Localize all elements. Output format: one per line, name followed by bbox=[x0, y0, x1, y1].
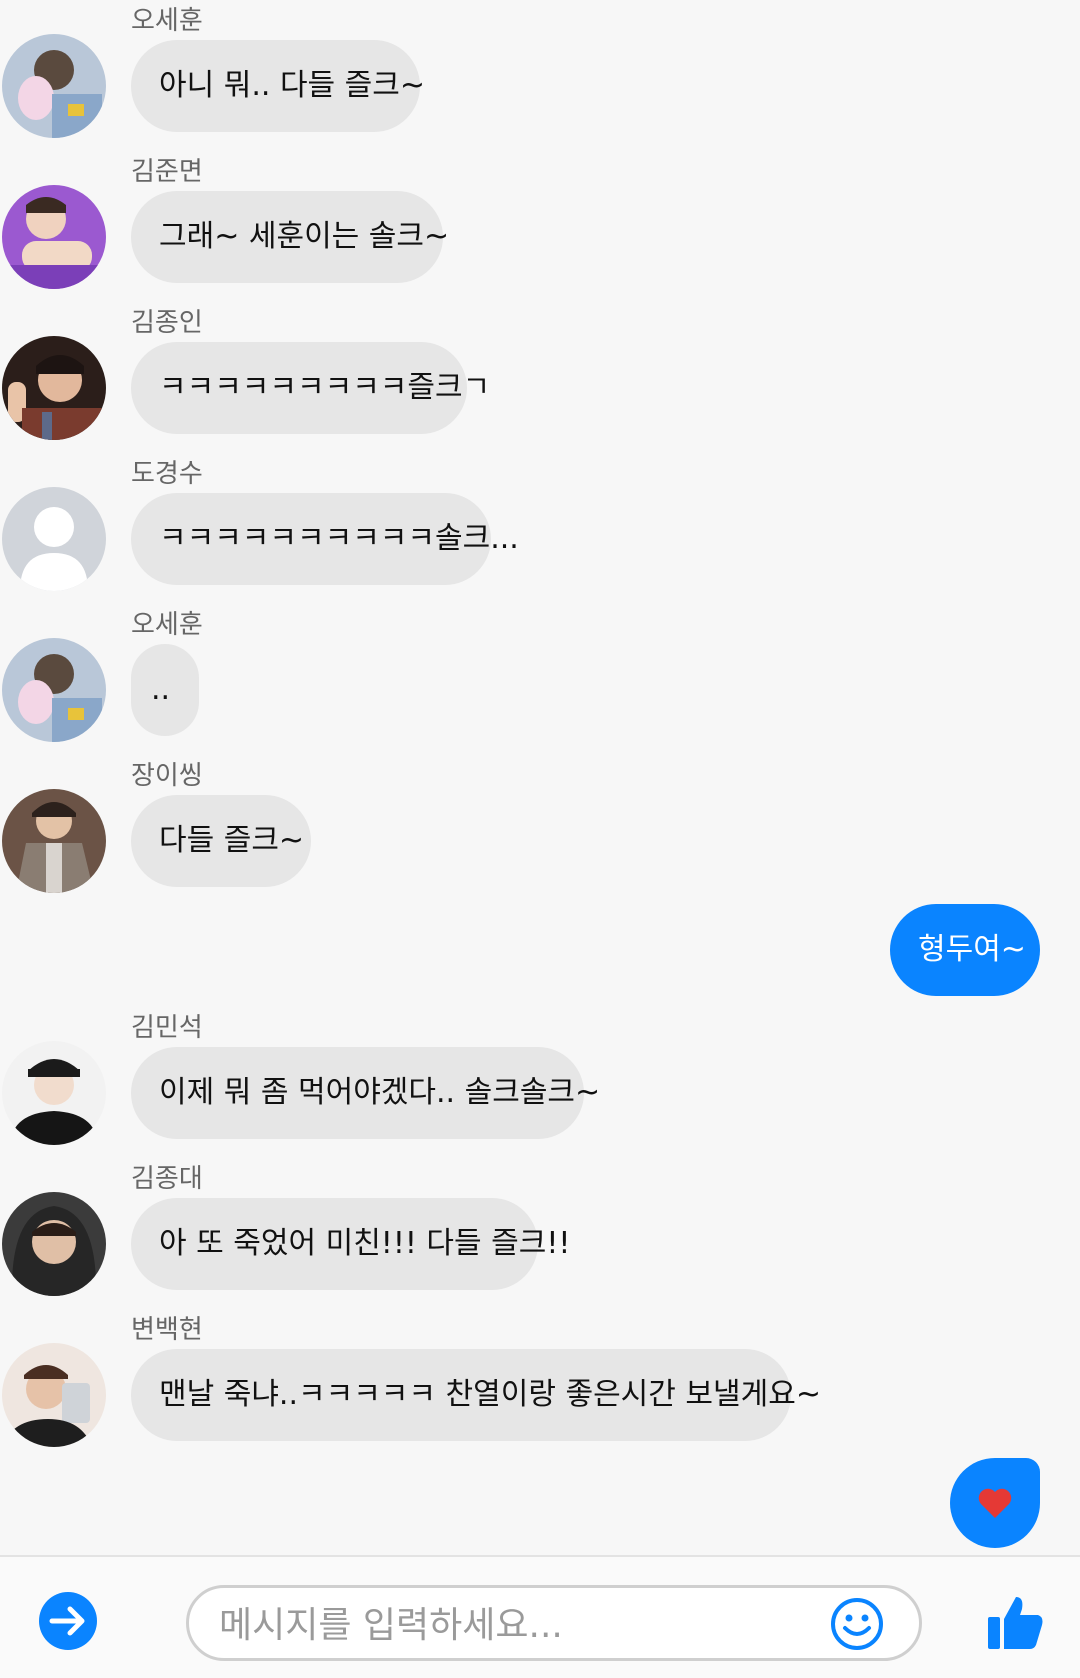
message-input-box bbox=[186, 1585, 922, 1661]
heart-reaction-bubble[interactable] bbox=[950, 1458, 1040, 1548]
avatar[interactable] bbox=[2, 1041, 106, 1145]
avatar[interactable] bbox=[2, 185, 106, 289]
avatar[interactable] bbox=[2, 1192, 106, 1296]
sender-name: 도경수 bbox=[131, 459, 203, 489]
thumbs-up-icon bbox=[988, 1597, 1043, 1649]
message-bubble[interactable]: 아니 뭐.. 다들 즐크~ bbox=[131, 40, 425, 132]
sender-name: 오세훈 bbox=[131, 610, 203, 640]
message-composer bbox=[0, 1555, 1080, 1678]
avatar[interactable] bbox=[2, 487, 106, 591]
message-input[interactable] bbox=[217, 1594, 801, 1656]
sender-name: 장이씽 bbox=[131, 761, 203, 791]
sender-name: 김민석 bbox=[131, 1013, 203, 1043]
avatar[interactable] bbox=[2, 638, 106, 742]
send-button[interactable] bbox=[38, 1591, 98, 1651]
message-bubble[interactable]: 아 또 죽었어 미친!!! 다들 즐크!! bbox=[131, 1198, 570, 1290]
avatar[interactable] bbox=[2, 336, 106, 440]
my-message-bubble[interactable]: 형두여~ bbox=[890, 904, 1040, 996]
message-bubble[interactable]: .. bbox=[131, 644, 199, 736]
sender-name: 오세훈 bbox=[131, 6, 203, 36]
sender-name: 김종인 bbox=[131, 308, 203, 338]
message-bubble[interactable]: 그래~ 세훈이는 솔크~ bbox=[131, 191, 449, 283]
avatar[interactable] bbox=[2, 789, 106, 893]
avatar[interactable] bbox=[2, 1343, 106, 1447]
smiley-icon bbox=[831, 1598, 883, 1650]
sender-name: 변백현 bbox=[131, 1315, 203, 1345]
message-bubble[interactable]: ㅋㅋㅋㅋㅋㅋㅋㅋㅋㅋ솔크... bbox=[131, 493, 519, 585]
sender-name: 김준면 bbox=[131, 157, 203, 187]
heart-icon bbox=[978, 1488, 1012, 1518]
arrow-right-circle-icon bbox=[39, 1592, 97, 1650]
message-bubble[interactable]: 다들 즐크~ bbox=[131, 795, 311, 887]
chat-thread: 오세훈 아니 뭐.. 다들 즐크~ 김준면 그래~ 세훈이는 솔크~ 김종인 ㅋ… bbox=[0, 0, 1080, 1555]
sender-name: 김종대 bbox=[131, 1164, 203, 1194]
message-bubble[interactable]: 이제 뭐 좀 먹어야겠다.. 솔크솔크~ bbox=[131, 1047, 600, 1139]
message-bubble[interactable]: ㅋㅋㅋㅋㅋㅋㅋㅋㅋ즐크ㄱ bbox=[131, 342, 490, 434]
like-button[interactable] bbox=[986, 1593, 1044, 1651]
emoji-button[interactable] bbox=[829, 1596, 885, 1652]
avatar[interactable] bbox=[2, 34, 106, 138]
message-bubble[interactable]: 맨날 죽냐..ㅋㅋㅋㅋㅋ 찬열이랑 좋은시간 보낼게요~ bbox=[131, 1349, 821, 1441]
